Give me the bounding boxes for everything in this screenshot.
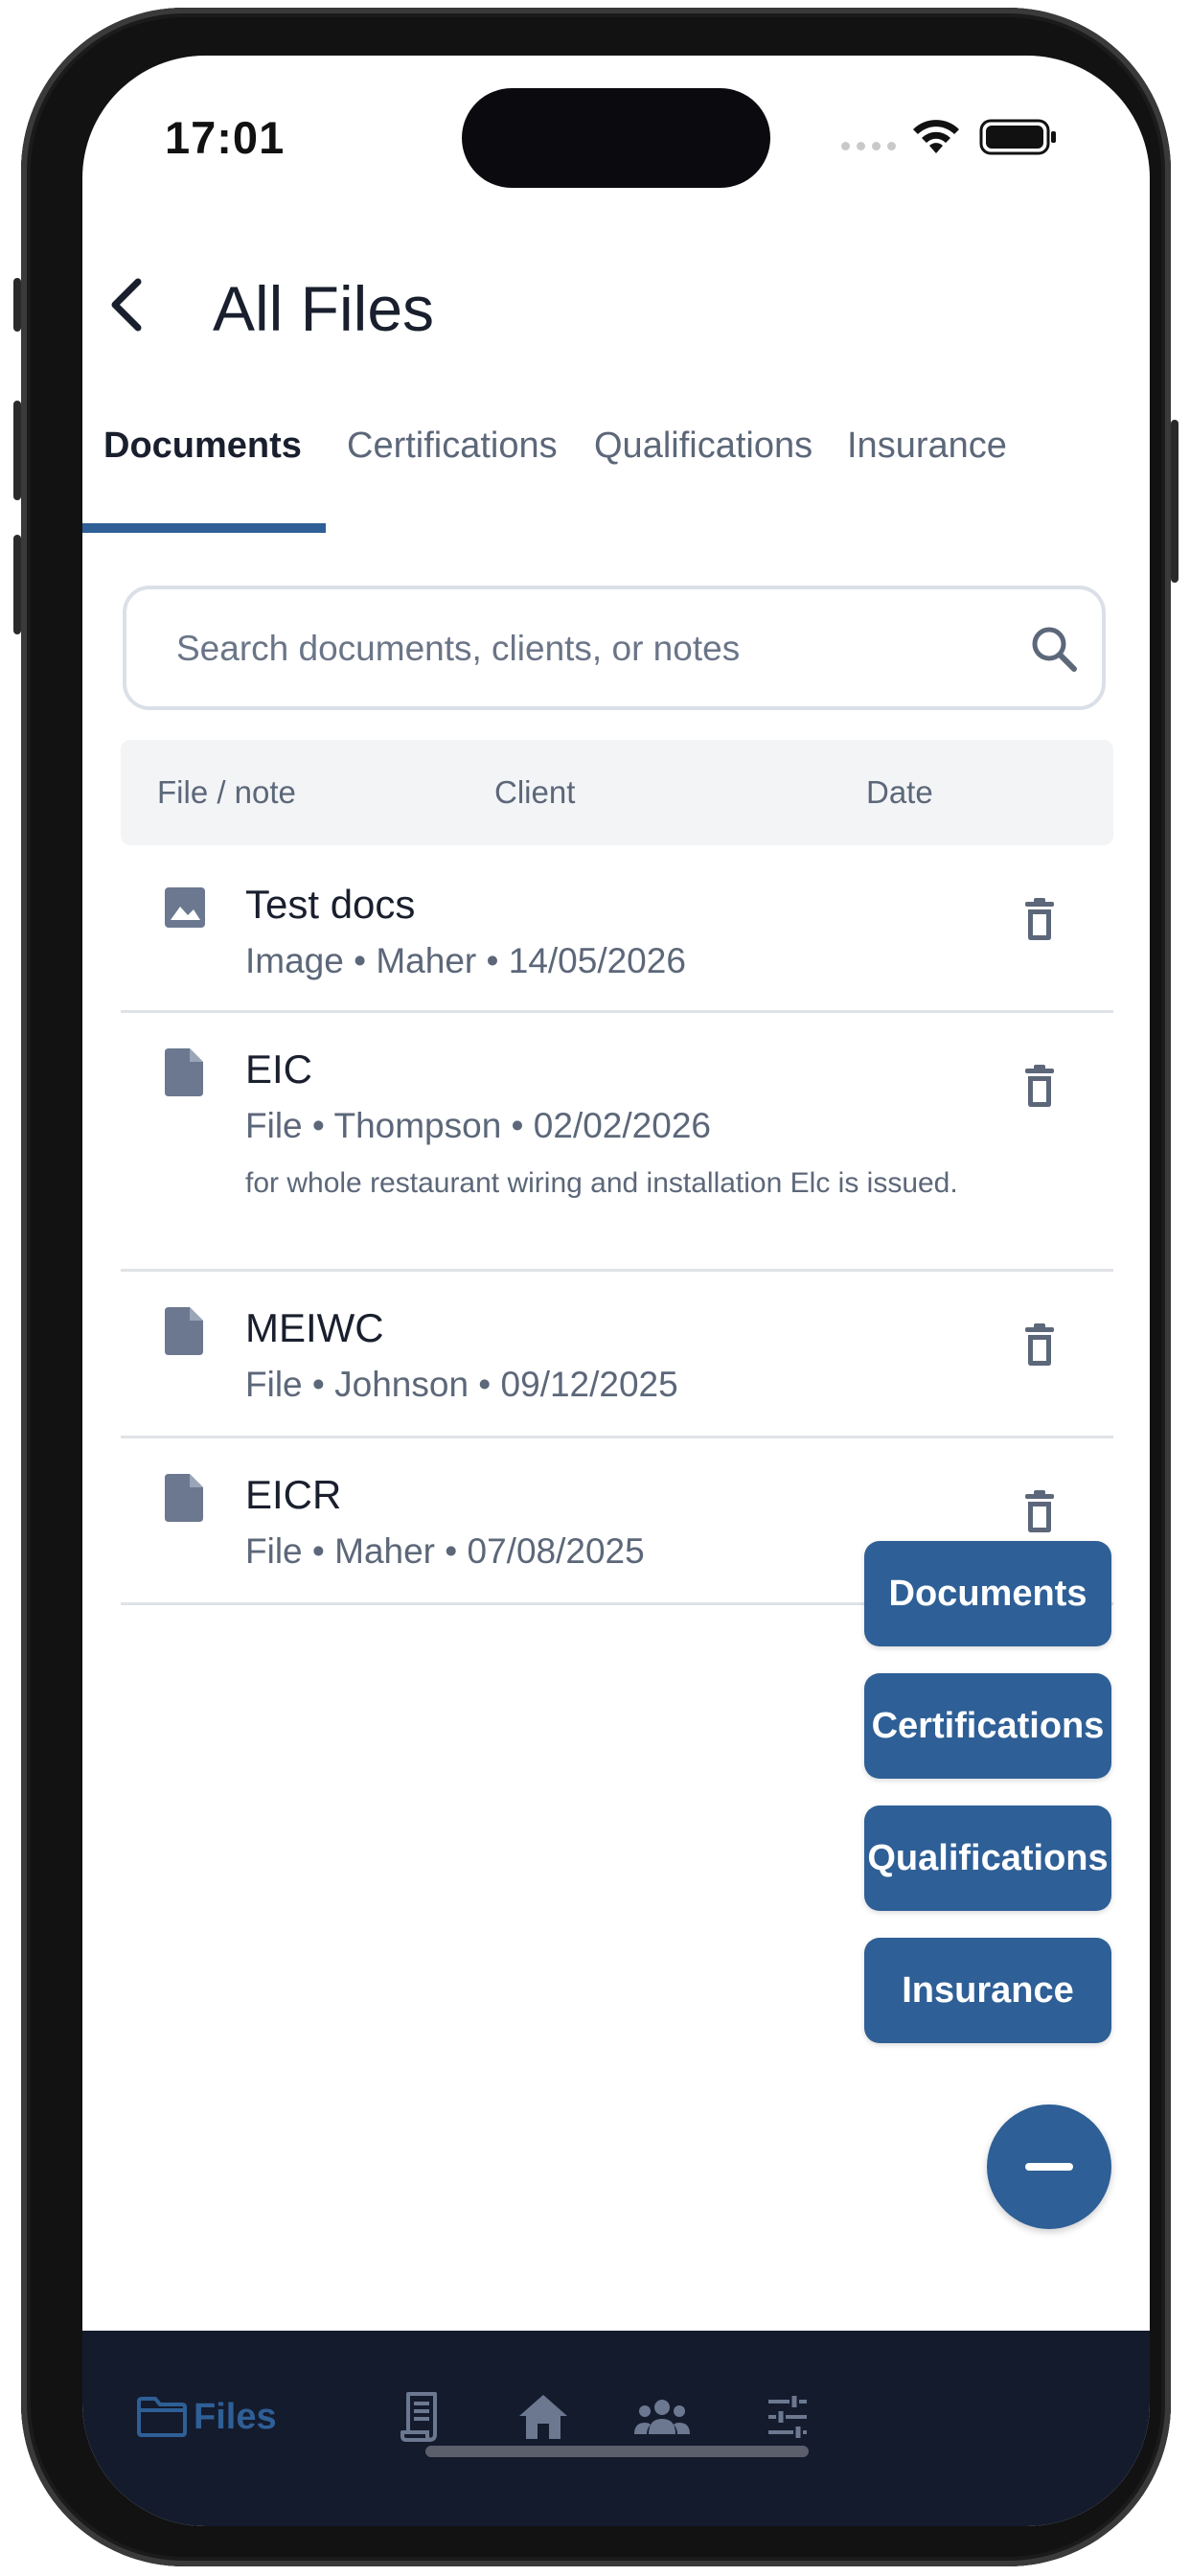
row-title: MEIWC: [245, 1305, 384, 1350]
wifi-icon: [913, 120, 959, 153]
status-time: 17:01: [165, 112, 286, 163]
row-meta: File • Johnson • 09/12/2025: [245, 1365, 678, 1404]
row-meta: Image • Maher • 14/05/2026: [245, 941, 686, 980]
tab-qualifications[interactable]: Qualifications: [594, 426, 812, 467]
nav-home[interactable]: [517, 2388, 569, 2446]
row-meta: File • Maher • 07/08/2025: [245, 1531, 645, 1571]
fab-menu-insurance[interactable]: Insurance: [864, 1938, 1111, 2043]
fab-close-button[interactable]: [987, 2104, 1111, 2229]
row-meta: File • Thompson • 02/02/2026: [245, 1106, 711, 1145]
tab-bar: Documents Certifications Qualifications …: [82, 410, 1150, 535]
tab-certifications[interactable]: Certifications: [347, 426, 558, 467]
table-row[interactable]: EIC File • Thompson • 02/02/2026 for who…: [121, 1012, 1113, 1272]
search-box: [123, 586, 1106, 710]
table-row[interactable]: MEIWC File • Johnson • 09/12/2025: [121, 1271, 1113, 1438]
column-header-date: Date: [866, 774, 933, 810]
trash-icon[interactable]: [1021, 1489, 1058, 1533]
trash-icon[interactable]: [1021, 1064, 1058, 1108]
battery-icon: [979, 119, 1056, 155]
receipt-icon: [400, 2392, 437, 2442]
folder-icon: [137, 2397, 187, 2437]
volume-down-button: [13, 535, 21, 634]
trash-icon[interactable]: [1021, 897, 1058, 941]
file-icon: [165, 1474, 203, 1522]
tab-documents[interactable]: Documents: [103, 426, 302, 467]
power-button: [1171, 420, 1179, 583]
volume-up-button: [13, 401, 21, 500]
search-icon[interactable]: [1029, 624, 1079, 674]
home-indicator[interactable]: [425, 2446, 809, 2457]
fab-menu-documents[interactable]: Documents: [864, 1541, 1111, 1646]
action-button: [13, 278, 21, 332]
image-icon: [165, 887, 205, 928]
nav-files-label: Files: [194, 2396, 277, 2437]
file-icon: [165, 1307, 203, 1355]
phone-frame: 17:01 All Files Documents Certifications…: [13, 8, 1179, 2566]
back-chevron-icon[interactable]: [103, 276, 155, 334]
nav-clients[interactable]: [632, 2388, 692, 2446]
home-icon: [519, 2395, 567, 2439]
table-header: File / note Client Date: [121, 740, 1113, 845]
file-icon: [165, 1048, 203, 1096]
column-header-client: Client: [494, 774, 576, 810]
row-title: Test docs: [245, 882, 416, 927]
trash-icon[interactable]: [1021, 1322, 1058, 1367]
bottom-nav: Files: [82, 2331, 1150, 2526]
cellular-signal-icon: [841, 142, 896, 150]
column-header-file-note: File / note: [157, 774, 296, 810]
row-title: EIC: [245, 1046, 313, 1092]
minus-icon: [1025, 2163, 1073, 2171]
nav-settings[interactable]: [765, 2388, 811, 2446]
nav-files[interactable]: Files: [136, 2388, 277, 2446]
fab-menu-qualifications[interactable]: Qualifications: [864, 1806, 1111, 1911]
row-note: for whole restaurant wiring and installa…: [245, 1167, 958, 1199]
sliders-icon: [768, 2396, 807, 2438]
table-row[interactable]: Test docs Image • Maher • 14/05/2026: [121, 845, 1113, 1013]
search-input[interactable]: [174, 589, 1002, 708]
nav-invoices[interactable]: [399, 2388, 445, 2446]
screen: 17:01 All Files Documents Certifications…: [82, 56, 1150, 2526]
people-icon: [634, 2400, 690, 2434]
row-title: EICR: [245, 1472, 342, 1517]
active-tab-indicator: [82, 523, 326, 533]
fab-menu-certifications[interactable]: Certifications: [864, 1673, 1111, 1779]
dynamic-island: [462, 88, 770, 188]
page-title: All Files: [213, 273, 435, 344]
tab-insurance[interactable]: Insurance: [847, 426, 1007, 467]
